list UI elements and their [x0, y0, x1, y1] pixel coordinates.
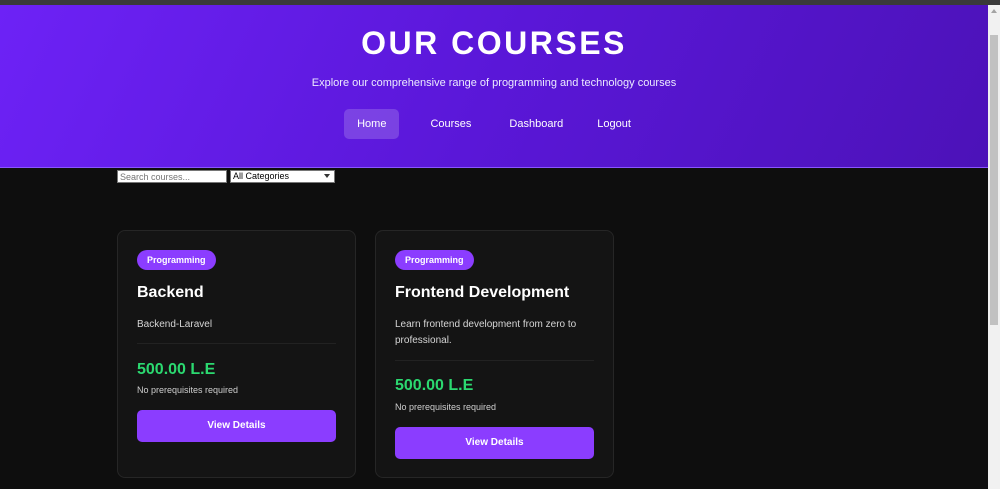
- course-title: Frontend Development: [395, 284, 570, 301]
- nav-dashboard[interactable]: Dashboard: [496, 109, 576, 139]
- course-description: Backend-Laravel: [137, 319, 213, 330]
- nav-home[interactable]: Home: [344, 109, 400, 139]
- scroll-up-arrow-icon[interactable]: [991, 9, 997, 13]
- category-select[interactable]: All Categories: [230, 170, 335, 183]
- chevron-down-icon: [324, 174, 330, 178]
- scrollbar-thumb[interactable]: [990, 35, 998, 325]
- course-prerequisites: No prerequisites required: [395, 402, 497, 412]
- course-description: Learn frontend development from zero to …: [395, 319, 577, 346]
- category-select-value: All Categories: [233, 171, 290, 181]
- page-subtitle: Explore our comprehensive range of progr…: [311, 77, 677, 89]
- category-badge: Programming: [395, 250, 474, 270]
- view-details-button[interactable]: View Details: [395, 427, 594, 459]
- card-divider: [137, 343, 336, 344]
- course-filters: All Categories: [117, 170, 335, 183]
- course-card-backend: Programming Backend Backend-Laravel 500.…: [117, 230, 356, 478]
- course-prerequisites: No prerequisites required: [137, 385, 239, 395]
- search-input[interactable]: [117, 170, 227, 183]
- main-nav: Home Courses Dashboard Logout: [0, 109, 988, 139]
- page-title: OUR COURSES: [361, 25, 627, 61]
- course-price: 500.00 L.E: [137, 361, 216, 378]
- nav-courses[interactable]: Courses: [417, 109, 484, 139]
- page-scrollbar[interactable]: [988, 5, 1000, 489]
- card-divider: [395, 360, 594, 361]
- page-header: OUR COURSES Explore our comprehensive ra…: [0, 5, 988, 168]
- nav-logout[interactable]: Logout: [584, 109, 644, 139]
- course-title: Backend: [137, 284, 204, 301]
- category-badge: Programming: [137, 250, 216, 270]
- course-card-frontend-development: Programming Frontend Development Learn f…: [375, 230, 614, 478]
- view-details-button[interactable]: View Details: [137, 410, 336, 442]
- course-price: 500.00 L.E: [395, 377, 474, 394]
